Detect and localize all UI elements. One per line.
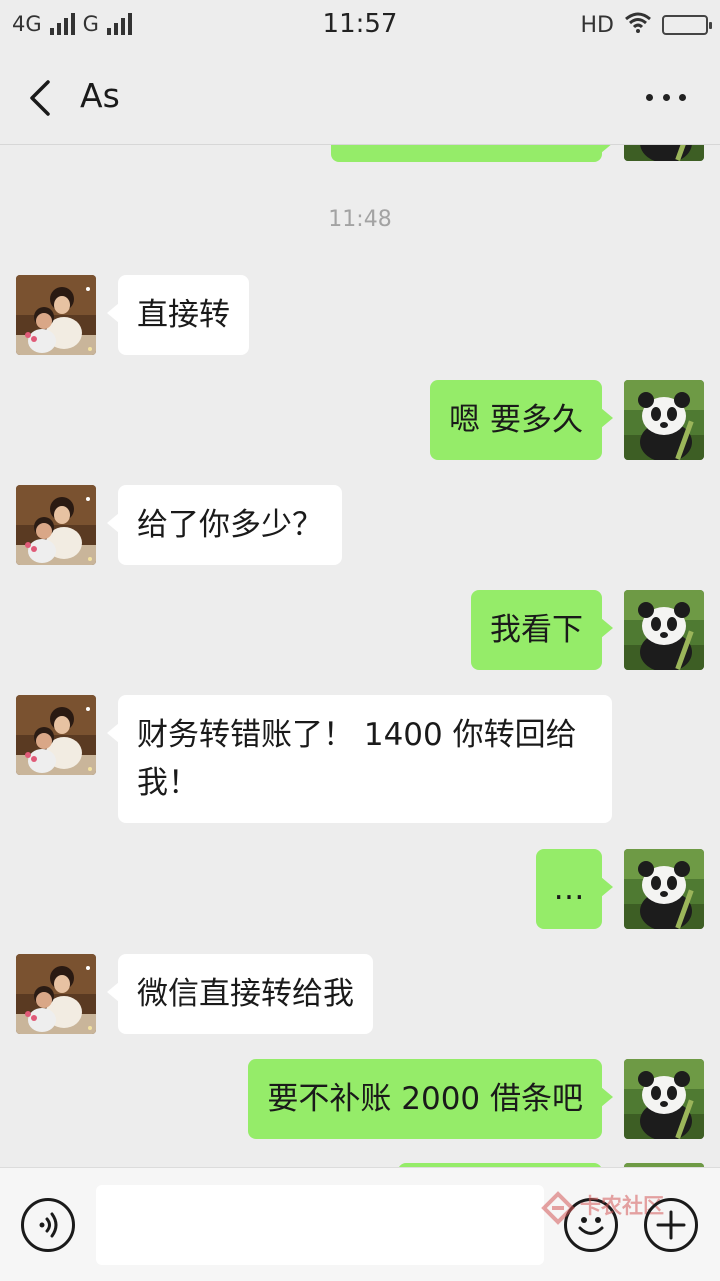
avatar-contact[interactable] — [16, 695, 96, 775]
avatar-self[interactable] — [624, 590, 704, 670]
status-bar: 4G G 11:57 HD — [0, 0, 720, 52]
plus-icon — [656, 1210, 686, 1240]
avatar-contact[interactable] — [16, 954, 96, 1034]
chat-title: As — [80, 76, 120, 115]
message-bubble-incoming[interactable]: 微信直接转给我 — [107, 954, 373, 1034]
message-timestamp: 11:48 — [328, 207, 392, 232]
hd-label: HD — [580, 12, 614, 38]
message-bubble-outgoing-partial[interactable] — [331, 145, 613, 162]
more-options-button[interactable] — [646, 92, 686, 104]
wifi-icon — [624, 11, 652, 39]
message-bubble-outgoing[interactable]: … — [536, 849, 613, 929]
chevron-left-icon — [30, 80, 50, 116]
message-bubble-outgoing[interactable]: 嗯 要多久 — [430, 380, 613, 460]
emoji-icon — [578, 1217, 604, 1235]
battery-icon — [662, 15, 712, 35]
message-bubble-outgoing[interactable]: 我看下 — [471, 590, 613, 670]
chat-header: As — [0, 52, 720, 145]
avatar-contact[interactable] — [16, 485, 96, 565]
message-input[interactable] — [96, 1185, 544, 1265]
more-functions-button[interactable] — [644, 1198, 698, 1252]
message-bubble-incoming[interactable]: 财务转错账了！ 1400 你转回给我！ — [107, 695, 612, 823]
avatar-contact[interactable] — [16, 275, 96, 355]
voice-icon — [39, 1212, 58, 1238]
voice-button[interactable] — [21, 1198, 75, 1252]
more-dots-icon — [646, 94, 653, 101]
avatar-self[interactable] — [624, 380, 704, 460]
message-bubble-incoming[interactable]: 直接转 — [107, 275, 249, 355]
back-button[interactable] — [22, 76, 62, 120]
avatar-self[interactable] — [624, 1059, 704, 1139]
input-bar: 卡农社区 — [0, 1167, 720, 1281]
message-list[interactable]: 11:48 直接转 嗯 要多久 给了你多少？ 我看下 财务转错账了！ 1400 … — [0, 145, 720, 1167]
avatar-self[interactable] — [624, 849, 704, 929]
status-right: HD — [580, 11, 712, 39]
avatar-self[interactable] — [624, 145, 704, 161]
emoji-button[interactable] — [564, 1198, 618, 1252]
message-bubble-outgoing[interactable]: 要不补账 2000 借条吧 — [248, 1059, 613, 1139]
message-bubble-incoming[interactable]: 给了你多少？ — [107, 485, 342, 565]
